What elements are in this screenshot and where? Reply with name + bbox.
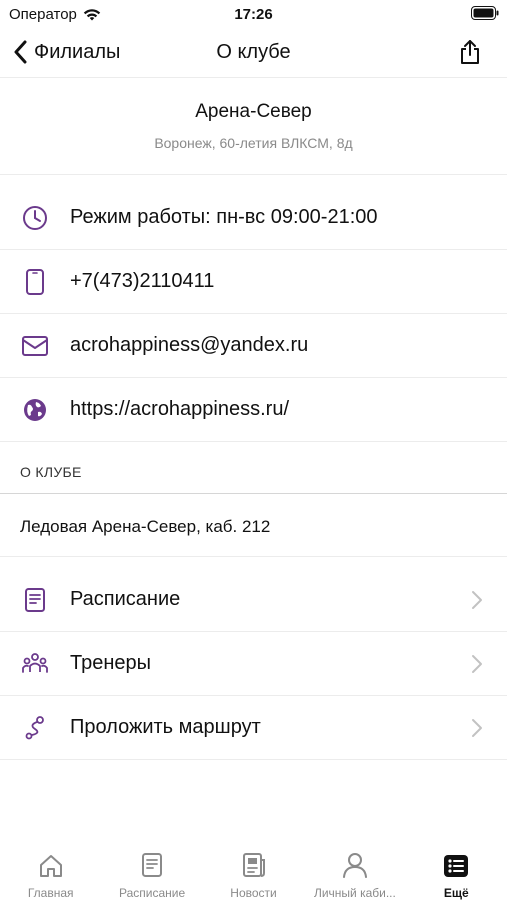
email-text: acrohappiness@yandex.ru	[70, 334, 309, 356]
hours-text: Режим работы: пн-вс 09:00-21:00	[70, 206, 378, 228]
tab-schedule-label: Расписание	[119, 886, 186, 900]
person-icon	[342, 853, 367, 878]
club-address: Воронеж, 60-летия ВЛКСМ, 8д	[154, 135, 353, 151]
phone-text: +7(473)2110411	[70, 270, 215, 292]
menu-item-schedule[interactable]: Расписание	[0, 568, 507, 632]
hours-row[interactable]: Режим работы: пн-вс 09:00-21:00	[0, 186, 507, 250]
mail-icon	[22, 335, 48, 356]
back-button[interactable]: Филиалы	[14, 40, 120, 64]
menu-item-trainers[interactable]: Тренеры	[0, 632, 507, 696]
nav-bar: Филиалы О клубе	[0, 28, 507, 78]
about-section-title: О КЛУБЕ	[20, 464, 82, 480]
phone-icon	[26, 268, 44, 295]
chevron-right-icon	[472, 719, 482, 737]
tab-more[interactable]: Ещё	[406, 838, 507, 900]
tab-account[interactable]: Личный каби...	[304, 838, 405, 900]
trainers-icon	[22, 652, 48, 673]
home-icon	[39, 855, 62, 877]
tab-schedule[interactable]: Расписание	[101, 838, 202, 900]
menu-item-route-label: Проложить маршрут	[70, 716, 261, 738]
tab-news-label: Новости	[230, 886, 277, 900]
clock-icon	[23, 205, 47, 230]
status-time: 17:26	[234, 6, 273, 23]
about-description: Ледовая Арена-Север, каб. 212	[0, 494, 507, 557]
menu-item-schedule-label: Расписание	[70, 588, 181, 610]
website-text: https://acrohappiness.ru/	[70, 398, 290, 420]
news-icon	[242, 853, 265, 877]
club-name: Арена-Север	[195, 101, 312, 122]
tab-home[interactable]: Главная	[0, 838, 101, 900]
menu-item-route[interactable]: Проложить маршрут	[0, 696, 507, 760]
chevron-left-icon	[14, 40, 27, 64]
about-section-header: О КЛУБЕ	[0, 448, 507, 494]
tab-news[interactable]: Новости	[203, 838, 304, 900]
website-row[interactable]: https://acrohappiness.ru/	[0, 378, 507, 442]
globe-icon	[24, 398, 46, 421]
chevron-right-icon	[472, 591, 482, 609]
battery-icon	[471, 6, 499, 25]
club-menu: Расписание Тренеры Проложить маршрут	[0, 568, 507, 760]
status-bar: Оператор 17:26	[0, 0, 507, 28]
tab-bar: Главная Расписание Новости Личный каби..…	[0, 838, 507, 900]
schedule-icon	[25, 587, 45, 612]
about-text: Ледовая Арена-Север, каб. 212	[20, 517, 271, 536]
contact-list: Режим работы: пн-вс 09:00-21:00 +7(473)2…	[0, 186, 507, 442]
phone-row[interactable]: +7(473)2110411	[0, 250, 507, 314]
tab-account-label: Личный каби...	[313, 886, 396, 900]
email-row[interactable]: acrohappiness@yandex.ru	[0, 314, 507, 378]
back-label: Филиалы	[34, 40, 121, 63]
chevron-right-icon	[472, 655, 482, 673]
share-button[interactable]	[459, 39, 481, 70]
tab-more-label: Ещё	[443, 886, 469, 900]
menu-item-trainers-label: Тренеры	[70, 652, 152, 674]
list-icon	[444, 855, 469, 877]
share-icon	[461, 40, 479, 64]
club-header: Арена-Север Воронеж, 60-летия ВЛКСМ, 8д	[0, 79, 507, 175]
schedule-icon	[142, 853, 163, 877]
tab-home-label: Главная	[27, 886, 74, 900]
route-icon	[25, 715, 44, 739]
